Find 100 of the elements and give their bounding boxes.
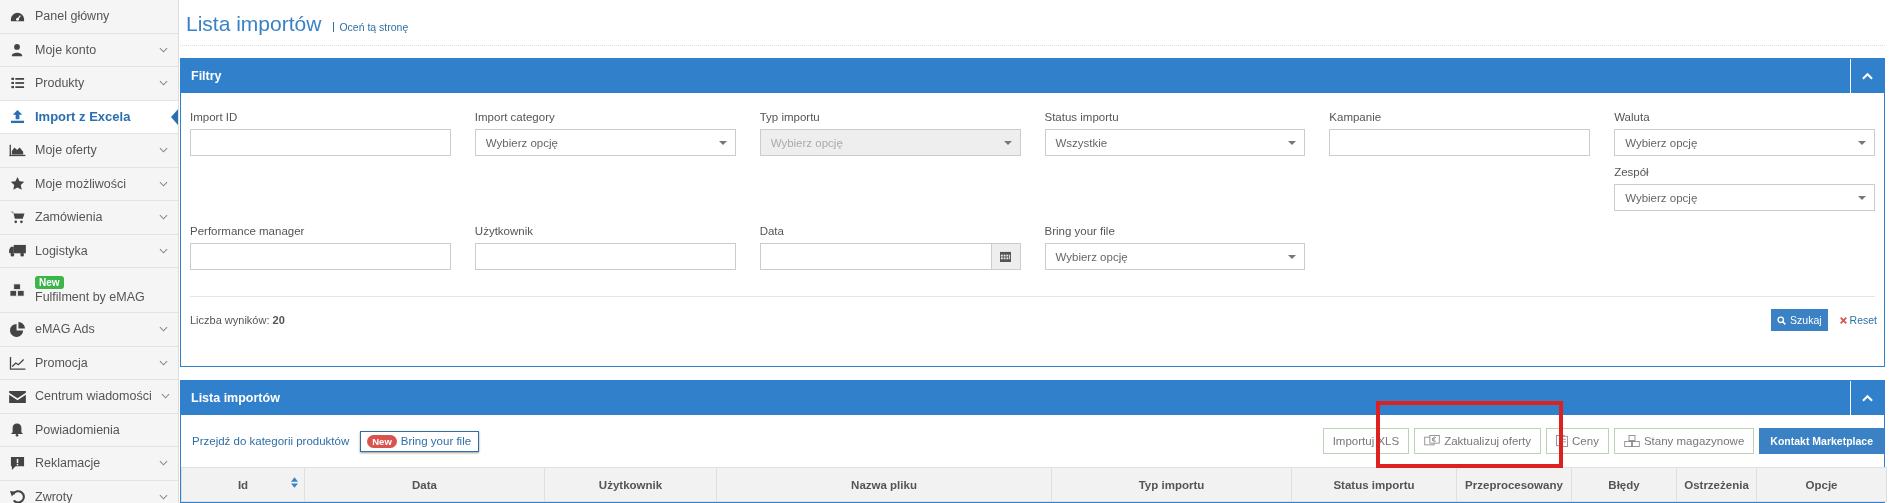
menu-item-icon <box>8 489 26 503</box>
select-field[interactable]: Wybierz opcję <box>474 129 736 156</box>
select-field[interactable]: Wybierz opcję <box>1614 184 1875 211</box>
button-icon <box>1424 435 1441 447</box>
menu-item-icon <box>8 244 26 258</box>
select-field[interactable]: Wybierz opcję <box>1614 129 1875 156</box>
column-header[interactable]: Id <box>181 467 305 502</box>
caret-icon <box>1288 254 1297 259</box>
chevron-down-icon <box>159 326 168 333</box>
rate-page-link[interactable]: Oceń tą stronę <box>333 22 409 32</box>
text-field[interactable] <box>190 243 451 270</box>
sidebar-item-label: Moje możliwości <box>35 176 127 191</box>
sidebar-item[interactable]: Moje możliwości <box>0 167 178 201</box>
field-label: Import ID <box>190 111 239 123</box>
field-label: Typ importu <box>759 111 821 123</box>
sidebar-item[interactable]: Reklamacje <box>0 447 178 481</box>
chevron-down-icon <box>159 214 168 221</box>
field-label: Data <box>759 225 785 237</box>
sidebar-item[interactable]: Logistyka <box>0 234 178 268</box>
sort-icon[interactable] <box>291 477 298 490</box>
chevron-down-icon <box>159 147 168 154</box>
menu-item-icon <box>8 282 26 298</box>
new-badge: New <box>367 434 397 448</box>
sidebar-item[interactable]: New Fulfilment by eMAG <box>0 268 178 313</box>
sidebar-item-label: Reklamacje <box>35 456 102 471</box>
menu-item-icon <box>8 455 26 471</box>
results-count: Liczba wyników: 20 <box>190 314 285 326</box>
column-header: Status importu <box>1291 467 1457 502</box>
sidebar-item-label: Zamówienia <box>35 210 104 225</box>
sidebar-item-label: Produkty <box>35 76 86 91</box>
sidebar-item[interactable]: Promocja <box>0 346 178 380</box>
chevron-down-icon <box>159 247 168 254</box>
caret-icon <box>1003 140 1012 145</box>
column-header: Opcje <box>1756 467 1887 502</box>
toolbar-button[interactable]: Stany magazynowe <box>1613 428 1755 454</box>
column-header: Typ importu <box>1051 467 1292 502</box>
text-field[interactable] <box>474 243 736 270</box>
field-label: Status importu <box>1044 111 1120 123</box>
button-icon <box>1556 435 1569 447</box>
search-icon <box>1777 315 1787 325</box>
sidebar-item[interactable]: eMAG Ads <box>0 313 178 347</box>
calendar-icon[interactable] <box>990 243 1021 270</box>
field-label: Zespół <box>1614 166 1650 178</box>
sidebar-item-label: Panel główny <box>35 9 111 24</box>
caret-icon <box>1858 195 1866 200</box>
caret-icon <box>1288 140 1297 145</box>
field-label: Performance manager <box>190 225 306 237</box>
sidebar-item-label: Moje konto <box>35 42 98 57</box>
caret-icon <box>1858 140 1866 145</box>
chevron-down-icon <box>160 393 170 400</box>
chevron-down-icon <box>159 180 168 187</box>
sidebar-item[interactable]: Panel główny <box>0 0 178 34</box>
chevron-down-icon <box>159 460 168 467</box>
menu-item-icon <box>8 109 26 125</box>
column-header: Data <box>304 467 545 502</box>
menu-item-icon <box>8 143 26 158</box>
sidebar-item[interactable]: Centrum wiadomości <box>0 380 178 414</box>
close-icon <box>1839 316 1847 324</box>
sidebar-item-label: Fulfilment by eMAG <box>35 290 145 304</box>
sidebar-item[interactable]: Moje konto <box>0 33 178 67</box>
product-categories-link[interactable]: Przejdź do kategorii produktów <box>192 435 350 447</box>
toolbar-button[interactable]: Zaktualizuj oferty <box>1414 428 1542 454</box>
contact-button[interactable]: Kontakt Marketplace <box>1759 428 1884 454</box>
search-button[interactable]: Szukaj <box>1771 309 1828 331</box>
sidebar-item[interactable]: Zwroty <box>0 480 178 503</box>
sidebar-item-label: Moje oferty <box>35 143 98 158</box>
sidebar-item[interactable]: Produkty <box>0 67 178 101</box>
menu-item-icon <box>8 355 26 370</box>
field-label: Bring your file <box>1044 225 1116 237</box>
field-label: Użytkownik <box>474 225 534 237</box>
select-field[interactable]: Wybierz opcję <box>1044 243 1306 270</box>
toolbar-button[interactable]: Ceny <box>1546 428 1609 454</box>
sidebar-item-label: Centrum wiadomości <box>35 389 152 404</box>
sidebar-item[interactable]: Import z Excela <box>0 100 178 134</box>
panel-title: Lista importów <box>190 391 280 405</box>
field-label: Kampanie <box>1329 111 1383 123</box>
panel-title: Filtry <box>190 69 222 83</box>
bring-file-button[interactable]: New Bring your file <box>360 430 480 452</box>
chevron-down-icon <box>159 359 168 366</box>
text-field[interactable] <box>1329 129 1591 156</box>
field-label: Import category <box>474 111 556 123</box>
button-icon <box>1623 435 1640 447</box>
menu-item-icon <box>8 76 26 91</box>
column-header: Błędy <box>1571 467 1677 502</box>
sidebar-item[interactable]: Powiadomienia <box>0 413 178 447</box>
sidebar-item-label: Import z Excela <box>35 109 132 125</box>
sidebar-item[interactable]: Zamówienia <box>0 201 178 235</box>
column-header: Ostrzeżenia <box>1676 467 1757 502</box>
new-badge: New <box>35 276 64 289</box>
reset-button[interactable]: Reset <box>1839 314 1877 326</box>
sidebar-item-label: Powiadomienia <box>35 422 121 437</box>
sidebar-item-label: Logistyka <box>35 243 89 258</box>
sidebar-item-label: eMAG Ads <box>35 322 96 337</box>
sidebar-item[interactable]: Moje oferty <box>0 134 178 168</box>
date-field[interactable] <box>759 243 991 270</box>
chevron-down-icon <box>159 493 168 500</box>
menu-item-icon <box>8 176 26 192</box>
text-field[interactable] <box>190 129 451 156</box>
chevron-down-icon <box>159 46 168 53</box>
select-field[interactable]: Wszystkie <box>1044 129 1306 156</box>
